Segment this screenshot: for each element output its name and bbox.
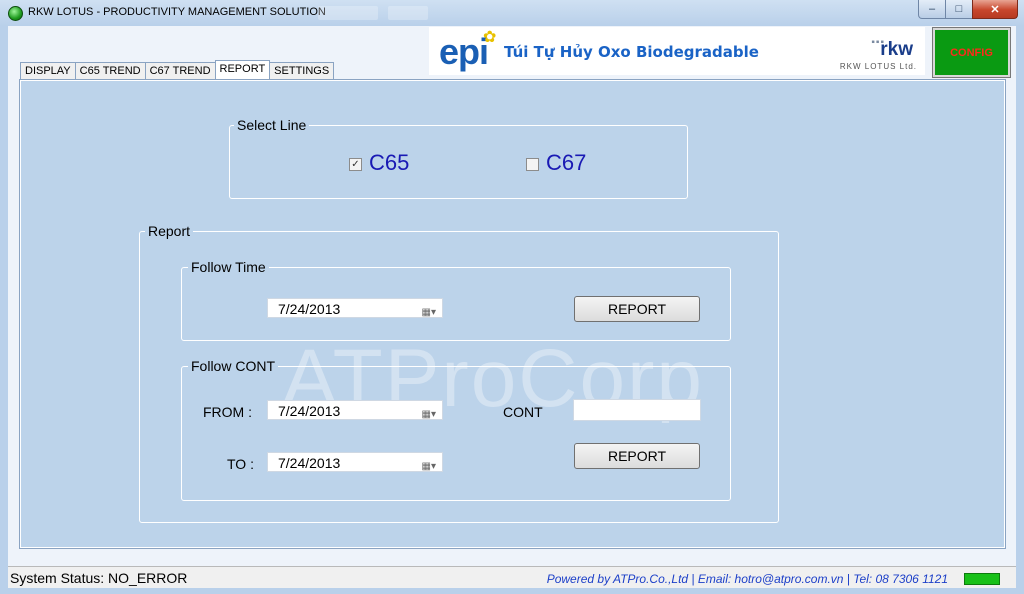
window-border-bottom xyxy=(0,588,1024,594)
window-title: RKW LOTUS - PRODUCTIVITY MANAGEMENT SOLU… xyxy=(28,6,326,18)
tab-report[interactable]: REPORT xyxy=(214,60,271,79)
calendar-dropdown-icon[interactable]: ▦▾ xyxy=(422,457,436,477)
to-label: TO : xyxy=(227,456,254,472)
title-bar: RKW LOTUS - PRODUCTIVITY MANAGEMENT SOLU… xyxy=(0,0,1024,27)
window-border-left xyxy=(0,26,8,588)
report-panel: ATProCorp Select Line ✓ C65 C67 Report F… xyxy=(19,79,1006,549)
calendar-dropdown-icon[interactable]: ▦▾ xyxy=(422,405,436,425)
calendar-dropdown-icon[interactable]: ▦▾ xyxy=(422,303,436,323)
c65-checkbox[interactable]: ✓ xyxy=(349,158,362,171)
cont-label: CONT xyxy=(503,404,543,420)
to-date-picker[interactable]: 7/24/2013 ▦▾ xyxy=(267,452,443,472)
tab-display[interactable]: DISPLAY xyxy=(20,62,76,79)
follow-time-label: Follow Time xyxy=(188,259,269,275)
follow-time-date-picker[interactable]: 7/24/2013 ▦▾ xyxy=(267,298,443,318)
select-line-group xyxy=(229,125,688,199)
status-indicator xyxy=(964,573,1000,585)
window-controls: – □ ✕ xyxy=(918,0,1018,19)
c67-checkbox[interactable] xyxy=(526,158,539,171)
to-date-value: 7/24/2013 xyxy=(278,455,341,471)
follow-cont-report-button[interactable]: REPORT xyxy=(574,443,700,469)
select-line-label: Select Line xyxy=(234,117,310,133)
window-border-right xyxy=(1016,26,1024,588)
follow-time-date-value: 7/24/2013 xyxy=(278,301,341,317)
rkw-logo: rkw xyxy=(880,39,913,60)
banner-tagline: Túi Tự Hủy Oxo Biodegradable xyxy=(504,43,759,61)
follow-time-report-button[interactable]: REPORT xyxy=(574,296,700,322)
config-button[interactable]: CONFIG xyxy=(932,27,1011,78)
app-icon xyxy=(8,6,23,21)
tab-strip: DISPLAY C65 TREND C67 TREND REPORT SETTI… xyxy=(20,60,335,79)
tab-c67-trend[interactable]: C67 TREND xyxy=(144,62,216,79)
close-button[interactable]: ✕ xyxy=(972,0,1018,19)
c65-label[interactable]: C65 xyxy=(369,150,409,176)
brand-banner: epi ✿ Túi Tự Hủy Oxo Biodegradable ▪▪▪ r… xyxy=(429,27,925,75)
flower-icon: ✿ xyxy=(483,29,497,46)
follow-cont-label: Follow CONT xyxy=(188,358,279,374)
powered-by-text: Powered by ATPro.Co.,Ltd | Email: hotro@… xyxy=(546,572,948,586)
from-label: FROM : xyxy=(203,404,252,420)
from-date-picker[interactable]: 7/24/2013 ▦▾ xyxy=(267,400,443,420)
maximize-button[interactable]: □ xyxy=(945,0,973,19)
from-date-value: 7/24/2013 xyxy=(278,403,341,419)
minimize-button[interactable]: – xyxy=(918,0,946,19)
c67-label[interactable]: C67 xyxy=(546,150,586,176)
cont-input[interactable] xyxy=(573,399,701,421)
tab-settings[interactable]: SETTINGS xyxy=(269,62,335,79)
tab-c65-trend[interactable]: C65 TREND xyxy=(74,62,146,79)
taskbar-ghost xyxy=(388,6,428,20)
epi-logo: epi xyxy=(439,31,489,72)
system-status: System Status: NO_ERROR xyxy=(10,570,188,586)
follow-cont-group xyxy=(181,366,731,501)
report-label: Report xyxy=(145,223,194,239)
status-bar: System Status: NO_ERROR Powered by ATPro… xyxy=(8,566,1016,589)
rkw-subtitle: RKW LOTUS Ltd. xyxy=(839,62,917,71)
taskbar-ghost xyxy=(318,6,378,20)
